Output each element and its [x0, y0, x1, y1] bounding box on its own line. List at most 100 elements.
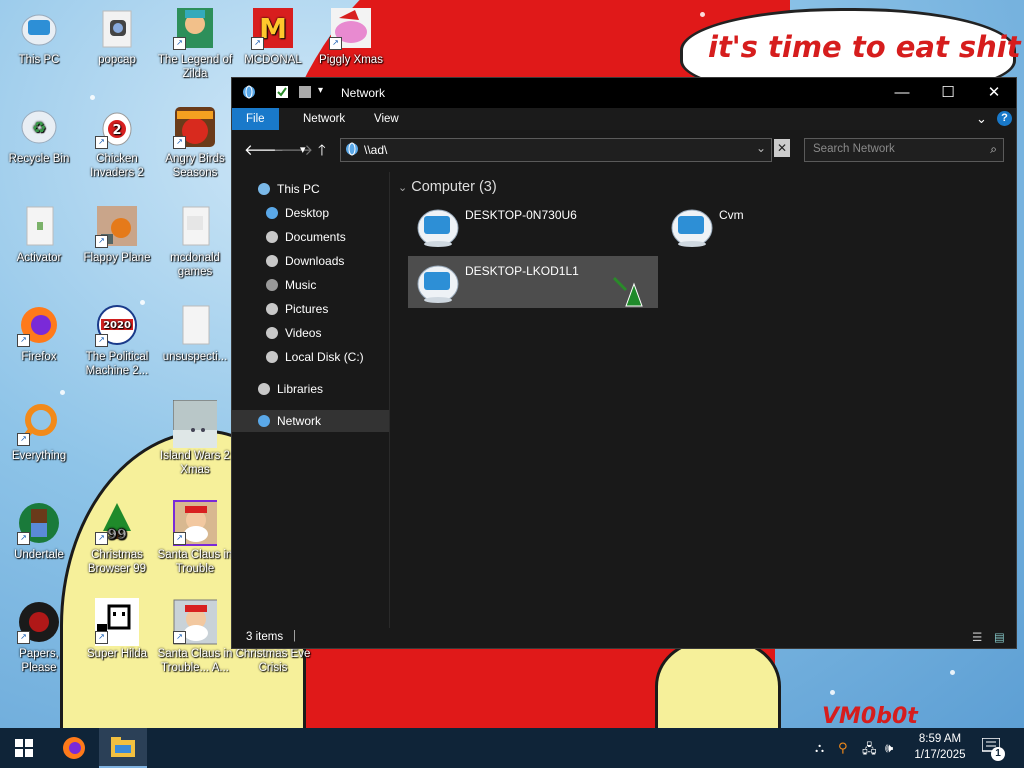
chevron-down-icon: ⌄ [398, 182, 408, 194]
tab-network[interactable]: Network [289, 108, 359, 130]
desktop-icon-undertale[interactable]: ↗ Undertale [1, 501, 77, 562]
nav-item-local-disk[interactable]: Local Disk (C:) [232, 346, 389, 368]
ribbon-expand-icon[interactable]: ⌄ [976, 111, 987, 127]
chevron-down-icon[interactable]: ▾ [318, 85, 332, 99]
desktop-icon-papers-please[interactable]: ↗ Papers, Please [1, 600, 77, 675]
properties-icon[interactable] [275, 85, 289, 99]
desktop-icon-recycle-bin[interactable]: ♻ Recycle Bin [1, 105, 77, 166]
desktop-icon-santa-claus-2[interactable]: ↗ Santa Claus in Trouble... A... [157, 599, 233, 675]
nav-item-libraries[interactable]: Libraries [232, 378, 389, 400]
desktop-icon-activator[interactable]: Activator [1, 204, 77, 265]
recent-locations-icon[interactable]: ▾ [300, 143, 306, 156]
nav-item-documents[interactable]: Documents [232, 226, 389, 248]
desktop-icon-zilda[interactable]: ↗ The Legend of Zilda [157, 6, 233, 81]
network-icon [258, 415, 270, 427]
desktop-icon-piggly-xmas[interactable]: ↗ Piggly Xmas [313, 6, 389, 67]
clear-address-icon[interactable]: ✕ [774, 139, 790, 157]
group-header[interactable]: ⌄ Computer (3) [398, 179, 497, 195]
desktop-icon-everything[interactable]: ↗ Everything [1, 402, 77, 463]
search-input[interactable]: Search Network ⌕ [804, 138, 1004, 162]
network-computer-item[interactable]: DESKTOP-0N730U6 [408, 200, 658, 252]
notification-badge: 1 [991, 747, 1005, 761]
desktop-icon-unsuspecting[interactable]: unsuspecti... [157, 303, 233, 364]
address-dropdown-icon[interactable]: ⌄ [756, 141, 766, 155]
action-center-button[interactable]: 1 [981, 737, 1005, 761]
desktop-icon-mcdonalds[interactable]: M ↗ MCDONAL [235, 6, 311, 67]
folder-icon [111, 737, 135, 757]
volume-icon[interactable]: 🕪 [885, 740, 893, 756]
wallpaper-signature: VM0b0t [822, 704, 918, 728]
tab-file[interactable]: File [232, 108, 279, 130]
tab-view[interactable]: View [360, 108, 413, 130]
file-explorer-window: ▾ Network — ☐ ✕ File Network View ⌄ ? 🡐 … [231, 77, 1017, 649]
firefox-icon: ↗ [17, 303, 61, 347]
nav-item-videos[interactable]: Videos [232, 322, 389, 344]
nav-item-this-pc[interactable]: This PC [232, 178, 389, 200]
snowflake [830, 690, 835, 695]
close-button[interactable]: ✕ [971, 78, 1017, 108]
snowflake [700, 12, 705, 17]
svg-text:♻: ♻ [32, 118, 46, 137]
taskbar-firefox[interactable] [50, 728, 98, 768]
everything-search-icon[interactable]: ⚲ [838, 740, 848, 756]
details-view-icon[interactable]: ☰ [972, 630, 982, 644]
island-wars-icon [173, 400, 217, 448]
desktop-icon-santa-claus[interactable]: ↗ Santa Claus in Trouble [157, 500, 233, 576]
piggly-xmas-icon: ↗ [329, 6, 373, 50]
people-icon[interactable]: ⛬ [815, 740, 824, 756]
search-icon[interactable]: ⌕ [990, 142, 997, 157]
search-placeholder: Search Network [813, 143, 895, 155]
nav-item-network[interactable]: Network [232, 410, 389, 432]
help-icon[interactable]: ? [997, 111, 1012, 126]
network-computer-item[interactable]: DESKTOP-LKOD1L1 [408, 256, 658, 308]
undertale-icon: ↗ [17, 501, 61, 545]
desktop-icon-this-pc[interactable]: This PC [1, 6, 77, 67]
desktop-icon-popcap[interactable]: popcap [79, 6, 155, 67]
start-button[interactable] [0, 728, 48, 768]
pictures-icon [266, 303, 278, 315]
santa-claus-icon: ↗ [173, 599, 217, 645]
svg-text:2: 2 [112, 123, 121, 138]
desktop-icon-mcdonald-games[interactable]: mcdonald games [157, 204, 233, 279]
computer-name: Cvm [719, 208, 744, 222]
nav-item-downloads[interactable]: Downloads [232, 250, 389, 272]
minimize-button[interactable]: — [879, 78, 925, 108]
recycle-bin-icon: ♻ [17, 105, 61, 149]
desktop-icon-political-machine[interactable]: 2020 ↗ The Political Machine 2... [79, 303, 155, 378]
zilda-game-icon: ↗ [173, 6, 217, 50]
address-text[interactable]: \\ad\ [364, 143, 387, 157]
clock-time: 8:59 AM [918, 733, 962, 745]
taskbar-file-explorer[interactable] [99, 728, 147, 768]
maximize-button[interactable]: ☐ [925, 78, 971, 108]
papers-please-icon: ↗ [17, 600, 61, 644]
folder-icon [173, 303, 217, 347]
nav-item-music[interactable]: Music [232, 274, 389, 296]
large-icons-view-icon[interactable]: ▤ [994, 630, 1005, 644]
videos-icon [266, 327, 278, 339]
everything-search-icon: ↗ [17, 402, 61, 446]
computer-icon [670, 206, 714, 248]
this-pc-icon [17, 6, 61, 50]
angry-birds-icon: ↗ [173, 105, 217, 149]
forward-arrow-icon[interactable]: 🡒 [273, 140, 313, 159]
desktop-icon-firefox[interactable]: ↗ Firefox [1, 303, 77, 364]
network-computer-item[interactable]: Cvm [662, 200, 912, 252]
desktop-icon-angry-birds[interactable]: ↗ Angry Birds Seasons [157, 105, 233, 180]
desktop-icon-christmas-browser[interactable]: 99 ↗ Christmas Browser 99 [79, 501, 155, 576]
nav-item-desktop[interactable]: Desktop [232, 202, 389, 224]
new-folder-icon[interactable] [298, 85, 312, 99]
chicken-invaders-icon: 2 ↗ [95, 105, 139, 149]
network-status-icon[interactable]: 🖧 [862, 740, 877, 762]
network-icon [345, 142, 359, 159]
clock[interactable]: 8:59 AM 1/17/2025 [908, 731, 972, 763]
title-bar[interactable]: ▾ Network — ☐ ✕ [232, 78, 1016, 108]
desktop-icon-chicken-invaders[interactable]: 2 ↗ Chicken Invaders 2 [79, 105, 155, 180]
snowflake [60, 390, 65, 395]
desktop-icon-island-wars[interactable]: Island Wars 2 Xmas [157, 400, 233, 477]
desktop-icon-flappy-plane[interactable]: ↗ Flappy Plane [79, 204, 155, 265]
desktop-icon-super-hilda[interactable]: ↗ Super Hilda [79, 598, 155, 661]
address-bar[interactable]: \\ad\ ⌄ [340, 138, 772, 162]
up-arrow-icon[interactable]: 🡑 [318, 140, 326, 165]
nav-item-pictures[interactable]: Pictures [232, 298, 389, 320]
firefox-icon [63, 737, 85, 759]
